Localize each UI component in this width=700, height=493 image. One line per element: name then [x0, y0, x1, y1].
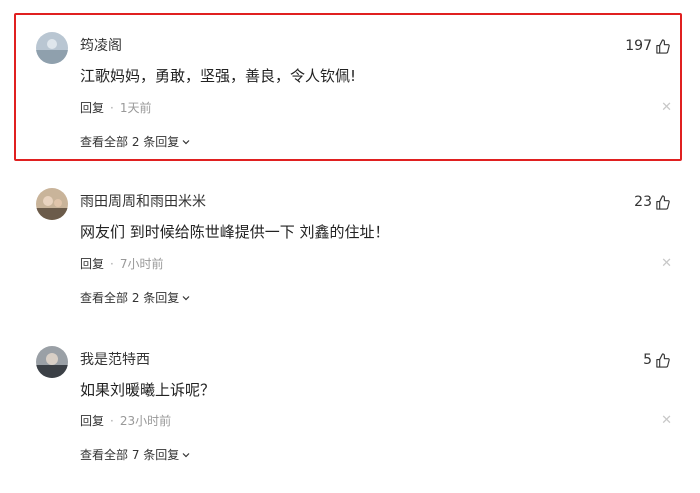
like-count: 23 [634, 194, 652, 210]
like-button[interactable]: 5 [643, 351, 670, 369]
thumbs-up-icon [656, 38, 670, 54]
separator: · [110, 414, 114, 428]
avatar[interactable] [36, 346, 68, 378]
thumbs-up-icon [656, 352, 670, 368]
view-all-replies-button[interactable]: 查看全部 2 条回复 [80, 290, 191, 306]
username[interactable]: 筠凌阁 [80, 37, 122, 55]
comment-text: 江歌妈妈，勇敢，坚强，善良，令人钦佩! [80, 67, 357, 85]
view-all-replies-button[interactable]: 查看全部 7 条回复 [80, 447, 191, 463]
like-button[interactable]: 197 [625, 37, 670, 55]
avatar[interactable] [36, 188, 68, 220]
view-all-label: 查看全部 7 条回复 [80, 448, 180, 462]
separator: · [110, 257, 114, 271]
reply-button[interactable]: 回复 [80, 256, 104, 272]
chevron-down-icon [182, 453, 190, 458]
comment-meta: 回复 · 23小时前 [80, 413, 171, 429]
comment-meta: 回复 · 7小时前 [80, 256, 163, 272]
comment-text: 网友们 到时候给陈世峰提供一下 刘鑫的住址！ [80, 223, 390, 241]
like-count: 5 [643, 352, 652, 368]
close-icon[interactable]: ✕ [661, 101, 672, 115]
chevron-down-icon [182, 140, 190, 145]
timestamp: 7小时前 [119, 257, 164, 271]
avatar[interactable] [36, 32, 68, 64]
close-icon[interactable]: ✕ [661, 257, 672, 271]
reply-button[interactable]: 回复 [80, 413, 104, 429]
like-count: 197 [625, 38, 652, 54]
thumbs-up-icon [656, 194, 670, 210]
reply-button[interactable]: 回复 [80, 100, 104, 116]
separator: · [110, 101, 114, 115]
close-icon[interactable]: ✕ [661, 414, 672, 428]
username[interactable]: 雨田周周和雨田米米 [80, 193, 206, 211]
comment-text: 如果刘暖曦上诉呢？ [80, 381, 216, 399]
view-all-replies-button[interactable]: 查看全部 2 条回复 [80, 134, 191, 150]
view-all-label: 查看全部 2 条回复 [80, 291, 180, 305]
chevron-down-icon [182, 296, 190, 301]
timestamp: 23小时前 [119, 414, 172, 428]
username[interactable]: 我是范特西 [80, 351, 150, 369]
like-button[interactable]: 23 [634, 193, 670, 211]
comment-meta: 回复 · 1天前 [80, 100, 151, 116]
view-all-label: 查看全部 2 条回复 [80, 135, 180, 149]
timestamp: 1天前 [119, 101, 152, 115]
